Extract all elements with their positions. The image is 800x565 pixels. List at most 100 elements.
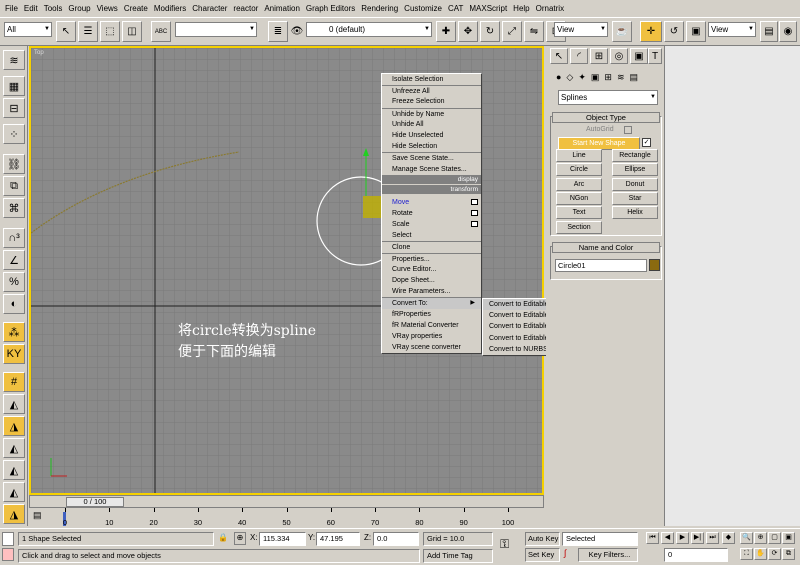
grid-icon[interactable]: # xyxy=(3,372,25,392)
render-setup-icon[interactable]: ▤ xyxy=(760,21,778,42)
menu-tools[interactable]: Tools xyxy=(41,4,66,13)
bind-space-warp-icon[interactable]: ⌘ xyxy=(3,198,25,218)
render-view-dropdown[interactable]: View xyxy=(708,22,756,37)
link-icon[interactable]: ⛓ xyxy=(3,154,25,174)
field-of-view-icon[interactable]: ⛶ xyxy=(740,548,753,560)
modify-tab-icon[interactable]: ◜ xyxy=(570,48,588,64)
tool-1-icon[interactable]: ◭ xyxy=(3,394,25,414)
menu-item-unhide-by-name[interactable]: Unhide by Name xyxy=(382,107,481,119)
select-and-scale-icon[interactable]: ▣ xyxy=(686,21,706,42)
arc-button[interactable]: Arc xyxy=(556,178,602,191)
rectangular-selection-icon[interactable]: ⬚ xyxy=(100,21,120,42)
menu-customize[interactable]: Customize xyxy=(401,4,445,13)
section-button[interactable]: Section xyxy=(556,221,602,234)
x-coordinate-field[interactable]: 115.334 xyxy=(259,532,306,546)
key-filters-button[interactable]: Key Filters... xyxy=(578,548,638,562)
menu-item-convert-to[interactable]: Convert To: ▶ xyxy=(382,297,481,309)
auto-key-icon[interactable]: ⁂ xyxy=(3,322,25,342)
key-mode-dropdown[interactable]: Selected xyxy=(562,532,638,546)
menu-item-dope-sheet[interactable]: Dope Sheet... xyxy=(382,275,481,286)
name-color-title[interactable]: Name and Color xyxy=(552,242,660,253)
menu-ornatrix[interactable]: Ornatrix xyxy=(533,4,567,13)
track-bar[interactable]: ▤ 0 10 20 30 40 50 60 70 80 90 100 xyxy=(29,508,544,528)
key-icon[interactable]: ⚿ xyxy=(500,537,509,552)
menu-item-manage-scene-states[interactable]: Manage Scene States... xyxy=(382,164,481,175)
key-mode-toggle-icon[interactable]: ◆ xyxy=(722,532,735,544)
menu-item-curve-editor[interactable]: Curve Editor... xyxy=(382,264,481,275)
ellipse-button[interactable]: Ellipse xyxy=(612,163,658,176)
rectangle-button[interactable]: Rectangle xyxy=(612,149,658,162)
object-color-swatch[interactable] xyxy=(649,259,660,271)
spinner-snap-icon[interactable]: ◐ xyxy=(3,294,25,314)
move-settings-icon[interactable] xyxy=(471,198,478,205)
z-coordinate-field[interactable]: 0.0 xyxy=(373,532,419,546)
menu-cat[interactable]: CAT xyxy=(445,4,466,13)
percent-snap-icon[interactable]: % xyxy=(3,272,25,292)
selection-filter-dropdown[interactable]: All xyxy=(4,22,52,37)
category-dropdown[interactable]: Splines xyxy=(558,90,658,105)
mirror-icon[interactable]: ⇋ xyxy=(524,21,544,42)
move-icon[interactable]: ✥ xyxy=(458,21,478,42)
absolute-mode-icon[interactable]: ⊕ xyxy=(234,532,246,545)
category-icons[interactable]: ●◇✦▣⊞≋▤ xyxy=(556,72,643,83)
menu-maxscript[interactable]: MAXScript xyxy=(466,4,510,13)
donut-button[interactable]: Donut xyxy=(612,178,658,191)
set-key-button[interactable]: Set Key xyxy=(525,548,560,562)
select-by-name-icon[interactable]: ☰ xyxy=(78,21,98,42)
zoom-extents-icon[interactable]: ▢ xyxy=(768,532,781,544)
zoom-icon[interactable]: 🔍 xyxy=(740,532,753,544)
layer-dropdown[interactable]: 0 (default) xyxy=(306,22,432,37)
lock-icon[interactable]: 🔒 xyxy=(218,533,228,542)
maximize-viewport-icon[interactable]: ⧉ xyxy=(782,548,795,560)
object-type-title[interactable]: Object Type xyxy=(552,112,660,123)
key-mode-icon[interactable]: KY xyxy=(3,344,25,364)
menu-item-clone[interactable]: Clone xyxy=(382,241,481,252)
tool-5-icon[interactable]: ◭ xyxy=(3,482,25,502)
menu-item-properties[interactable]: Properties... xyxy=(382,252,481,264)
menu-help[interactable]: Help xyxy=(510,4,532,13)
menu-item-wire-parameters[interactable]: Wire Parameters... xyxy=(382,286,481,297)
menu-views[interactable]: Views xyxy=(94,4,121,13)
menu-item-fr-material-converter[interactable]: fR Material Converter xyxy=(382,320,481,331)
menu-item-hide-unselected[interactable]: Hide Unselected xyxy=(382,130,481,141)
render-icon[interactable]: ◉ xyxy=(779,21,797,42)
zoom-all-icon[interactable]: ⊕ xyxy=(754,532,767,544)
current-frame-field[interactable]: 0 xyxy=(664,548,728,562)
menu-character[interactable]: Character xyxy=(189,4,230,13)
create-tab-icon[interactable]: ↖ xyxy=(550,48,568,64)
unlink-icon[interactable]: ⧉ xyxy=(3,176,25,196)
viewport-label[interactable]: Top xyxy=(34,50,44,56)
menu-item-unfreeze-all[interactable]: Unfreeze All xyxy=(382,85,481,96)
star-button[interactable]: Star xyxy=(612,192,658,205)
menu-item-rotate[interactable]: Rotate xyxy=(382,208,481,219)
hierarchy-tab-icon[interactable]: ⊞ xyxy=(590,48,608,64)
tool-2-icon[interactable]: ◮ xyxy=(3,416,25,436)
select-and-move-icon[interactable]: ✛ xyxy=(640,21,662,42)
utilities-tab-icon[interactable]: T xyxy=(648,48,662,64)
object-name-field[interactable]: Circle01 xyxy=(555,259,647,272)
pan-icon[interactable]: ✋ xyxy=(754,548,767,560)
curve-editor-icon[interactable]: ⊟ xyxy=(3,98,25,118)
menu-item-select[interactable]: Select xyxy=(382,230,481,241)
angle-snap-icon[interactable]: ∠ xyxy=(3,250,25,270)
rotate-icon[interactable]: ↻ xyxy=(480,21,500,42)
menu-group[interactable]: Group xyxy=(65,4,93,13)
select-object-icon[interactable]: ↖ xyxy=(56,21,76,42)
go-to-end-icon[interactable]: ⏭ xyxy=(706,532,719,544)
play-icon[interactable]: ▶ xyxy=(676,532,689,544)
menu-item-hide-selection[interactable]: Hide Selection xyxy=(382,141,481,152)
zoom-extents-all-icon[interactable]: ▣ xyxy=(782,532,795,544)
menu-item-freeze-selection[interactable]: Freeze Selection xyxy=(382,96,481,107)
tool-6-icon[interactable]: ◮ xyxy=(3,504,25,524)
menu-item-scale[interactable]: Scale xyxy=(382,219,481,230)
orbit-icon[interactable]: ⟳ xyxy=(768,548,781,560)
menu-item-isolate-selection[interactable]: Isolate Selection xyxy=(382,74,481,85)
display-tab-icon[interactable]: ▣ xyxy=(630,48,648,64)
schematic-view-icon[interactable]: ▦ xyxy=(3,76,25,96)
maxscript-listener-mini[interactable] xyxy=(2,532,14,546)
rotate-settings-icon[interactable] xyxy=(471,209,478,216)
scale-icon[interactable]: ⤢ xyxy=(502,21,522,42)
add-time-tag[interactable]: Add Time Tag xyxy=(423,549,493,563)
menu-item-vray-scene-converter[interactable]: VRay scene converter xyxy=(382,342,481,353)
autogrid-checkbox[interactable] xyxy=(624,126,632,134)
